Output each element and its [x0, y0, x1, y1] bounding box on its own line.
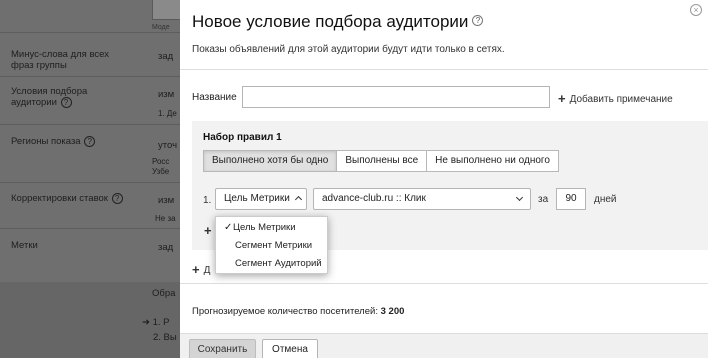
days-label: дней [594, 194, 617, 205]
background-divider [0, 124, 180, 125]
background-divider [0, 182, 180, 183]
chevron-up-icon [294, 195, 302, 204]
forecast-text: Прогнозируемое количество посетителей: 3… [192, 306, 404, 317]
goal-select[interactable]: advance-club.ru :: Клик [313, 188, 531, 210]
add-rule-button[interactable]: + [204, 223, 212, 238]
name-input[interactable] [242, 86, 550, 108]
background-value-bids: изм [158, 195, 175, 206]
forecast-label: Прогнозируемое количество посетителей: [192, 306, 378, 317]
divider [180, 283, 708, 284]
add-rule-set-label: Д [203, 265, 211, 276]
background-divider [0, 76, 180, 77]
background-divider [0, 228, 180, 229]
background-value-tags: зад [158, 242, 174, 253]
background-panel-title: Обра [152, 288, 176, 299]
cancel-button[interactable]: Отмена [262, 339, 318, 358]
background-panel-item-2: 2. Вы [153, 332, 177, 343]
background-label-tags: Метки [11, 240, 38, 251]
help-icon: ? [60, 97, 72, 108]
forecast-value: 3 200 [380, 306, 405, 317]
plus-icon: + [192, 262, 200, 277]
match-option-none[interactable]: Не выполнено ни одного [427, 151, 558, 171]
rule-type-value: Цель Метрики [224, 193, 290, 204]
background-sub-regions-2: Узбе [152, 167, 170, 176]
background-label-regions-text: Регионы показа [11, 136, 81, 147]
background-label-minus-words: Минус-слова для всех фраз группы [11, 49, 109, 71]
add-note-link[interactable]: + Добавить примечание [558, 91, 673, 106]
name-label: Название [192, 92, 237, 103]
background-sub-audience: 1. Де [158, 109, 177, 118]
help-icon: ? [84, 136, 96, 147]
background-value-audience: изм [158, 89, 175, 100]
rule-type-dropdown: ✓ Цель Метрики Сегмент Метрики Сегмент Ау… [215, 216, 328, 274]
background-label-audience: Условия подбора аудитории ? [11, 86, 101, 108]
background-value-minus-words: зад [158, 51, 174, 62]
dialog-title: Новое условие подбора аудитории? [192, 12, 484, 32]
dropdown-option-label: Сегмент Аудиторий [235, 258, 322, 269]
background-label-bids: Корректировки ставок ? [11, 193, 123, 204]
help-icon[interactable]: ? [472, 15, 484, 26]
dialog-title-text: Новое условие подбора аудитории [192, 12, 469, 31]
period-prefix-label: за [538, 194, 549, 205]
background-label-regions: Регионы показа ? [11, 136, 96, 147]
match-option-all[interactable]: Выполнены все [337, 151, 428, 171]
dialog-subtitle: Показы объявлений для этой аудитории буд… [192, 44, 505, 55]
add-note-label: Добавить примечание [569, 94, 673, 105]
add-rule-set-link[interactable]: + Д [192, 262, 210, 277]
save-button[interactable]: Сохранить [189, 339, 256, 358]
background-value-regions: уточ [158, 140, 178, 151]
check-icon: ✓ [224, 222, 233, 233]
match-option-any[interactable]: Выполнено хотя бы одно [204, 151, 338, 171]
rule-type-select[interactable]: Цель Метрики [215, 188, 307, 210]
close-icon[interactable]: × [690, 4, 702, 16]
background-panel-item-1: ➜ 1. Р [142, 317, 170, 328]
match-mode-switch: Выполнено хотя бы одно Выполнены все Не … [203, 150, 559, 172]
background-panel-item-1-text: 1. Р [152, 317, 170, 328]
goal-value: advance-club.ru :: Клик [322, 193, 426, 204]
plus-icon: + [558, 91, 566, 106]
dialog-footer: Сохранить Отмена [180, 333, 708, 358]
dropdown-option-label: Цель Метрики [233, 222, 296, 233]
background-label-bids-text: Корректировки ставок [11, 193, 108, 204]
dropdown-option-label: Сегмент Метрики [235, 240, 313, 251]
divider [180, 69, 708, 70]
rule-number: 1. [203, 195, 212, 206]
help-icon: ? [111, 193, 123, 204]
background-label-audience-text: Условия подбора аудитории [11, 86, 88, 108]
days-input[interactable]: 90 [556, 188, 586, 210]
rule-set-title: Набор правил 1 [203, 132, 282, 143]
background-sub-bids: Не за [155, 214, 176, 223]
audience-condition-dialog: × Новое условие подбора аудитории? Показ… [180, 0, 708, 358]
chevron-down-icon [515, 193, 524, 202]
background-divider [0, 32, 180, 33]
